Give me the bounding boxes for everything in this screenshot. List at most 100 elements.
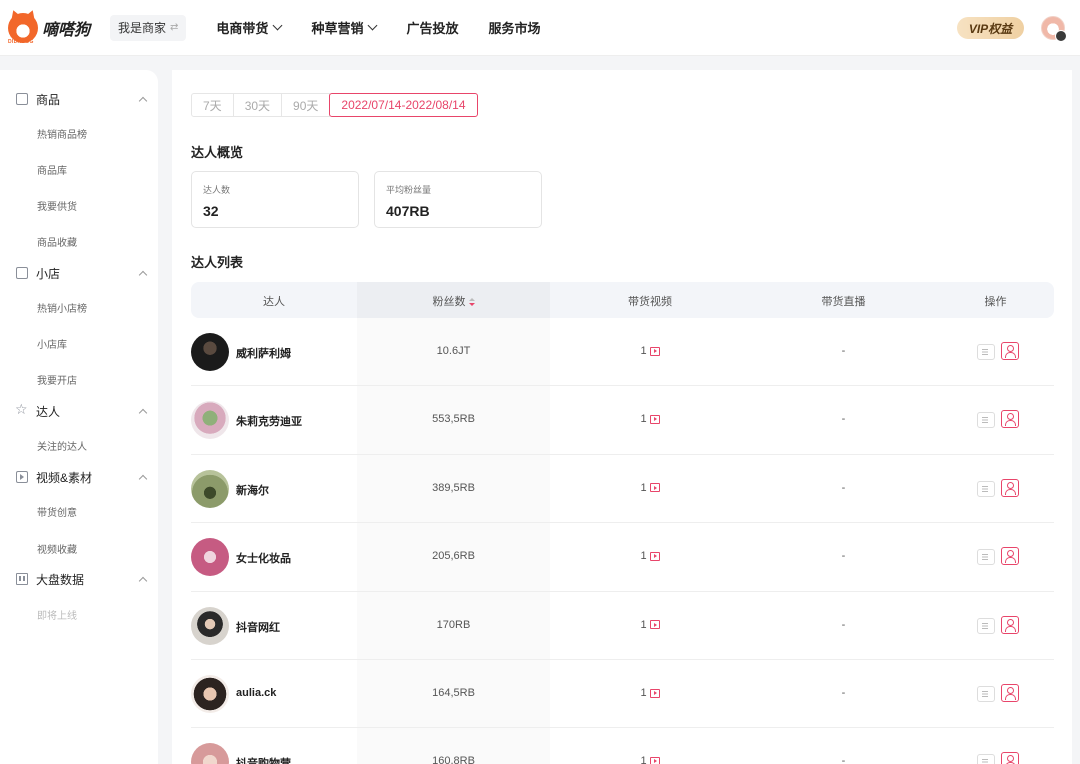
col-fans-label: 粉丝数 — [432, 296, 466, 308]
influencer-name[interactable]: 新海尔 — [236, 482, 269, 498]
table-row[interactable]: 抖音购物营 160,8RB 1 - — [191, 728, 1054, 764]
profile-icon[interactable] — [1001, 547, 1019, 566]
merchant-switch-button[interactable]: 我是商家 ⇄ — [110, 14, 187, 41]
sidebar-item-coming-soon: 即将上线 — [37, 611, 77, 622]
chevron-up-icon — [138, 408, 148, 417]
table-row[interactable]: 抖音网红 170RB 1 - — [191, 592, 1054, 660]
avatar[interactable] — [191, 606, 229, 645]
video-count[interactable]: 1 — [550, 687, 750, 699]
video-count-value: 1 — [640, 686, 647, 699]
sidebar-section-market-data[interactable]: 大盘数据 — [16, 569, 148, 589]
sidebar-item-product-favorites[interactable]: 商品收藏 — [37, 234, 77, 249]
detail-icon[interactable] — [977, 344, 995, 360]
profile-icon[interactable] — [1001, 342, 1019, 360]
video-count[interactable]: 1 — [550, 550, 750, 562]
table-row[interactable]: 新海尔 389,5RB 1 - — [191, 455, 1054, 524]
live-count: - — [841, 345, 846, 357]
sidebar-item-store-library[interactable]: 小店库 — [37, 336, 67, 351]
detail-icon[interactable] — [977, 685, 995, 702]
stat-label: 达人数 — [203, 185, 231, 195]
influencer-name[interactable]: aulia.ck — [236, 687, 276, 699]
profile-icon[interactable] — [1001, 615, 1019, 634]
avatar[interactable] — [191, 674, 229, 713]
nav-ecommerce[interactable]: 电商带货 — [216, 18, 283, 37]
star-icon — [15, 401, 28, 418]
influencer-name[interactable]: 威利萨利姆 — [236, 345, 291, 361]
influencer-name[interactable]: 抖音网红 — [236, 619, 280, 635]
table-row[interactable]: 女士化妆品 205,6RB 1 - — [191, 523, 1054, 592]
video-count-value: 1 — [640, 481, 647, 494]
dog-logo-icon — [8, 12, 38, 43]
table-row[interactable]: 威利萨利姆 10.6JT 1 - — [191, 318, 1054, 387]
avatar[interactable] — [191, 333, 229, 371]
chevron-up-icon — [138, 474, 148, 483]
sidebar-item-hot-products[interactable]: 热销商品榜 — [37, 126, 87, 141]
influencer-name[interactable]: 女士化妆品 — [236, 550, 291, 566]
avatar[interactable] — [191, 743, 229, 764]
sidebar-section-video[interactable]: 视频&素材 — [16, 467, 148, 487]
influencer-table: 达人 粉丝数 带货视频 带货直播 操作 威利萨利姆 10.6JT 1 - 朱莉克… — [191, 282, 1054, 764]
nav-grass-marketing-label: 种草营销 — [311, 21, 364, 36]
profile-icon[interactable] — [1001, 410, 1019, 429]
video-count[interactable]: 1 — [550, 345, 750, 357]
table-row[interactable]: 朱莉克劳迪亚 553,5RB 1 - — [191, 386, 1054, 455]
sidebar: 商品 热销商品榜 商品库 我要供货 商品收藏 小店 热销小店榜 小店库 我要开店… — [0, 70, 158, 764]
stat-card-avg-fans: 平均粉丝量 407RB — [374, 171, 542, 228]
tab-7-days[interactable]: 7天 — [191, 93, 234, 117]
table-row[interactable]: aulia.ck 164,5RB 1 - — [191, 660, 1054, 729]
nav-grass-marketing[interactable]: 种草营销 — [311, 18, 378, 37]
table-body: 威利萨利姆 10.6JT 1 - 朱莉克劳迪亚 553,5RB 1 - 新海尔 … — [191, 318, 1054, 764]
avatar[interactable] — [191, 469, 229, 508]
profile-icon[interactable] — [1001, 683, 1019, 702]
sidebar-section-influencers[interactable]: 达人 — [15, 401, 148, 421]
video-count[interactable]: 1 — [550, 413, 750, 425]
vip-button[interactable]: VIP权益 — [957, 17, 1024, 39]
video-count-value: 1 — [640, 345, 647, 357]
play-icon — [649, 346, 660, 356]
sidebar-item-product-library[interactable]: 商品库 — [37, 162, 67, 177]
sidebar-item-hot-stores[interactable]: 热销小店榜 — [37, 300, 87, 315]
sidebar-item-open-store[interactable]: 我要开店 — [37, 372, 77, 387]
nav-ads[interactable]: 广告投放 — [406, 18, 458, 37]
detail-icon[interactable] — [977, 549, 995, 566]
nav-service-market[interactable]: 服务市场 — [488, 18, 540, 37]
sidebar-item-creative[interactable]: 带货创意 — [37, 504, 77, 519]
detail-icon[interactable] — [977, 754, 995, 764]
logo[interactable]: 嘀嗒狗 — [8, 12, 90, 43]
live-count: - — [841, 413, 846, 426]
detail-icon[interactable] — [977, 480, 995, 497]
tab-custom-range[interactable]: 2022/07/14-2022/08/14 — [329, 93, 478, 117]
stat-value: 407RB — [386, 203, 430, 219]
influencer-name[interactable]: 抖音购物营 — [236, 755, 291, 764]
avatar[interactable] — [191, 538, 229, 577]
live-count: - — [841, 686, 846, 699]
video-icon — [16, 471, 28, 483]
sidebar-section-store[interactable]: 小店 — [16, 263, 148, 283]
nav-ads-label: 广告投放 — [406, 21, 459, 36]
video-count[interactable]: 1 — [550, 482, 750, 494]
stat-card-influencer-count: 达人数 32 — [191, 171, 359, 228]
sort-icon[interactable] — [468, 298, 475, 307]
sidebar-item-supply[interactable]: 我要供货 — [37, 198, 77, 213]
influencer-name[interactable]: 朱莉克劳迪亚 — [236, 413, 302, 429]
live-count: - — [841, 618, 846, 631]
main-nav: 电商带货 种草营销 广告投放 服务市场 — [216, 18, 570, 37]
detail-icon[interactable] — [977, 412, 995, 429]
user-avatar[interactable] — [1041, 16, 1067, 42]
play-icon — [649, 756, 660, 764]
sidebar-item-video-favorites[interactable]: 视频收藏 — [37, 541, 77, 556]
detail-icon[interactable] — [977, 617, 995, 634]
video-count[interactable]: 1 — [550, 619, 750, 631]
profile-icon[interactable] — [1001, 752, 1019, 764]
main-content: 7天 30天 90天 2022/07/14-2022/08/14 达人概览 达人… — [172, 70, 1072, 764]
chevron-up-icon — [138, 96, 148, 105]
sidebar-section-products[interactable]: 商品 — [16, 89, 148, 109]
col-fans[interactable]: 粉丝数 — [357, 293, 550, 309]
avatar[interactable] — [191, 401, 229, 440]
tab-90-days[interactable]: 90天 — [281, 93, 331, 117]
video-count[interactable]: 1 — [550, 755, 750, 764]
play-icon — [649, 620, 660, 630]
profile-icon[interactable] — [1001, 478, 1019, 497]
tab-30-days[interactable]: 30天 — [232, 93, 283, 117]
sidebar-item-followed-influencers[interactable]: 关注的达人 — [37, 438, 87, 453]
